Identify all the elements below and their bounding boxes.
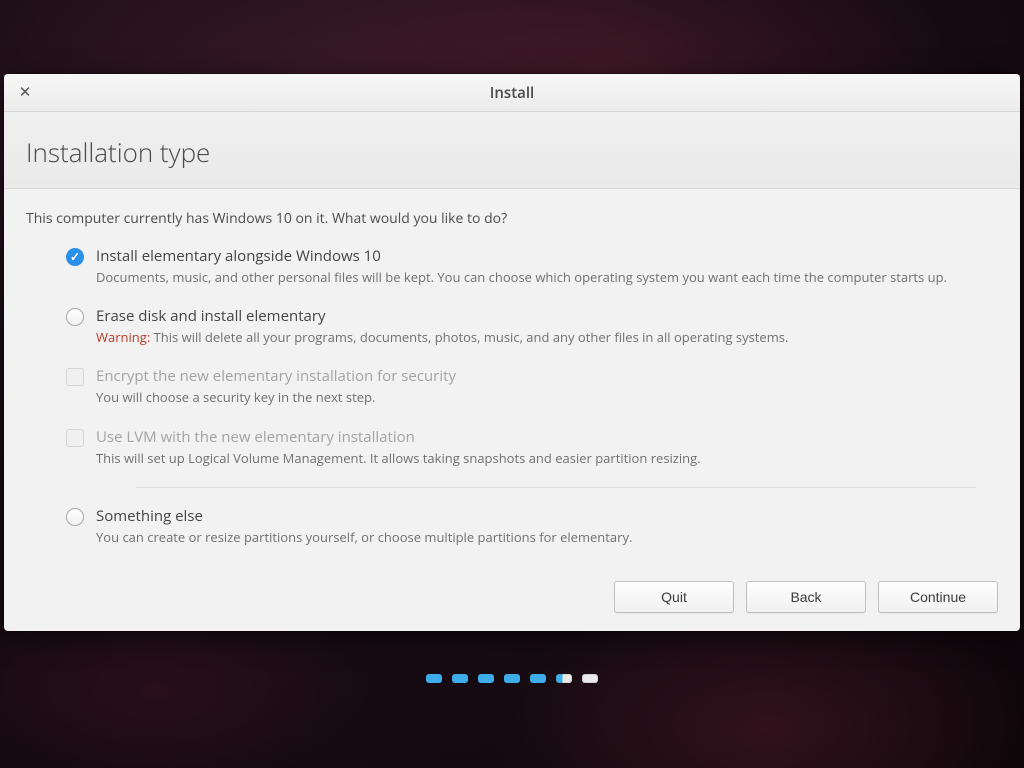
options-group: Install elementary alongside Windows 10 … [26,246,998,546]
installer-window: ✕ Install Installation type This compute… [4,74,1020,631]
option-desc: This will set up Logical Volume Manageme… [96,449,998,467]
radio-icon[interactable] [66,248,84,266]
option-title: Encrypt the new elementary installation … [96,366,998,386]
option-desc: You will choose a security key in the ne… [96,388,998,406]
continue-button[interactable]: Continue [878,581,998,613]
radio-icon[interactable] [66,308,84,326]
option-desc: You can create or resize partitions your… [96,528,998,546]
option-desc: Warning: This will delete all your progr… [96,328,998,346]
progress-dot [478,674,494,683]
progress-dot [530,674,546,683]
option-desc: Documents, music, and other personal fil… [96,268,998,286]
option-title: Use LVM with the new elementary installa… [96,427,998,447]
option-something-else[interactable]: Something else You can create or resize … [66,506,998,546]
option-erase-disk[interactable]: Erase disk and install elementary Warnin… [66,306,998,346]
option-desc-text: This will delete all your programs, docu… [150,328,788,346]
checkbox-icon [66,429,84,447]
progress-dot [504,674,520,683]
checkbox-icon [66,368,84,386]
intro-text: This computer currently has Windows 10 o… [26,209,998,228]
progress-dots [426,674,598,683]
option-title: Install elementary alongside Windows 10 [96,246,998,266]
progress-dot [556,674,572,683]
radio-icon[interactable] [66,508,84,526]
button-row: Quit Back Continue [614,581,998,613]
option-install-alongside[interactable]: Install elementary alongside Windows 10 … [66,246,998,286]
title-bar: ✕ Install [4,74,1020,112]
close-icon[interactable]: ✕ [14,82,36,104]
progress-dot [452,674,468,683]
option-title: Erase disk and install elementary [96,306,998,326]
progress-dot [582,674,598,683]
progress-dot [426,674,442,683]
back-button[interactable]: Back [746,581,866,613]
page-content: This computer currently has Windows 10 o… [4,189,1020,631]
window-title: Install [4,83,1020,103]
warning-label: Warning: [96,328,150,346]
page-header: Installation type [4,112,1020,189]
quit-button[interactable]: Quit [614,581,734,613]
option-title: Something else [96,506,998,526]
page-heading: Installation type [26,134,998,170]
option-lvm: Use LVM with the new elementary installa… [66,427,998,467]
option-encrypt: Encrypt the new elementary installation … [66,366,998,406]
divider [136,487,976,488]
